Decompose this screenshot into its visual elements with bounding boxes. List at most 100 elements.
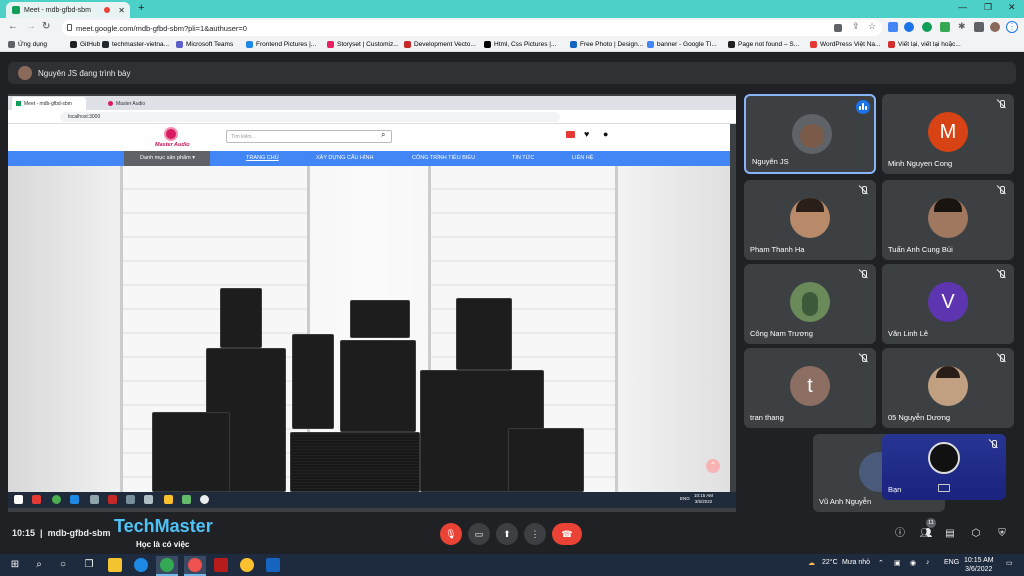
extension-translate-icon[interactable] <box>888 22 898 32</box>
clock-time: 10:15 AM <box>964 557 994 564</box>
address-bar[interactable]: meet.google.com/mdb-gfbd-sbm?pli=1&authu… <box>62 20 882 36</box>
site-search-input: Tìm kiếm... <box>226 130 392 143</box>
bookmark-item[interactable]: Storyset | Customiz... <box>327 41 399 48</box>
bookmark-item[interactable]: techmaster-vietna... <box>102 41 169 48</box>
windows-start-button[interactable]: ⊞ <box>8 558 22 572</box>
bookmark-item[interactable]: Page not found – S... <box>728 41 799 48</box>
extension-colorpick-icon[interactable] <box>904 22 914 32</box>
app-icon[interactable] <box>188 558 202 572</box>
chrome-icon[interactable] <box>160 558 174 572</box>
forward-button[interactable]: → <box>26 21 36 32</box>
profile-avatar[interactable] <box>990 22 1000 32</box>
extension-green-icon[interactable] <box>940 22 950 32</box>
camera-indicator-icon[interactable] <box>834 24 842 32</box>
new-tab-button[interactable]: + <box>138 2 144 14</box>
bookmark-item[interactable]: WordPress Việt Na... <box>810 41 880 48</box>
bookmark-star-icon[interactable]: ☆ <box>868 21 878 31</box>
bookmark-item[interactable]: Ứng dụng <box>8 41 47 48</box>
taskbar-search-icon[interactable]: ⌕ <box>32 558 46 572</box>
close-tab-icon[interactable]: ✕ <box>118 6 125 15</box>
present-screen-button[interactable]: ⬆ <box>496 523 518 545</box>
nav-build-config: XÂY DỰNG CẤU HÌNH <box>316 155 374 161</box>
participant-tile-6[interactable]: t tran thang <box>744 348 876 428</box>
browser-tab-title: Meet - mdb-gfbd-sbm <box>24 6 91 14</box>
browser-tab-strip <box>0 0 1024 18</box>
meeting-details-button[interactable]: ⓘ <box>892 526 908 542</box>
edge-icon[interactable] <box>134 558 148 572</box>
bookmark-label: Free Photo | Design... <box>580 41 644 48</box>
host-controls-button[interactable]: ⛨ <box>994 526 1010 542</box>
speaker-tall-right-top <box>456 298 512 370</box>
chat-button[interactable]: ▤ <box>942 526 958 542</box>
bookmark-item[interactable]: Viết lại, viết lại hoặc... <box>888 41 961 48</box>
participant-name: 05 Nguyễn Dương <box>888 413 951 422</box>
participant-tile-1[interactable]: M Minh Nguyen Cong <box>882 94 1014 174</box>
camera-toggle-button[interactable]: ▭ <box>468 523 490 545</box>
bookmark-item[interactable]: banner - Google Tì... <box>647 41 717 48</box>
back-button[interactable]: ← <box>8 21 18 32</box>
mic-off-icon <box>998 186 1006 196</box>
mic-off-icon <box>990 440 998 450</box>
participant-tile-5[interactable]: V Văn Linh Lê <box>882 264 1014 344</box>
language-indicator[interactable]: ENG <box>944 559 959 566</box>
shared-clock-date: 3/6/2022 <box>694 499 713 504</box>
network-icon[interactable]: ◉ <box>910 559 916 567</box>
participant-name: tran thang <box>750 413 784 422</box>
bookmark-item[interactable]: GitHub <box>70 41 100 48</box>
mic-off-icon <box>998 354 1006 364</box>
self-view-tile[interactable]: Bạn <box>882 434 1006 500</box>
bookmark-item[interactable]: Frontend Pictures |... <box>246 41 316 48</box>
chrome-menu-icon[interactable]: ⋮ <box>1006 21 1018 33</box>
app-icon[interactable] <box>266 558 280 572</box>
cortana-icon[interactable]: ○ <box>56 558 70 572</box>
weather-icon[interactable]: ☁ <box>808 559 815 567</box>
weather-temp[interactable]: 22°C <box>822 559 838 566</box>
bookmark-item[interactable]: Html, Css Pictures |... <box>484 41 556 48</box>
site-search-icon: ⌕ <box>381 130 386 139</box>
reload-button[interactable]: ↻ <box>42 21 50 32</box>
app-tray-icon[interactable]: ▣ <box>894 559 901 567</box>
maximize-window-button[interactable]: ❐ <box>984 2 992 13</box>
minimize-window-button[interactable]: — <box>958 2 967 12</box>
tray-expand-icon[interactable]: ⌃ <box>878 559 884 567</box>
activities-button[interactable]: ⬡ <box>968 526 984 542</box>
leave-call-button[interactable]: ☎ <box>552 523 582 545</box>
close-window-button[interactable]: ✕ <box>1008 2 1016 13</box>
task-view-icon[interactable]: ❐ <box>82 558 96 572</box>
participant-tile-4[interactable]: Công Nam Trương <box>744 264 876 344</box>
bookmark-label: Html, Css Pictures |... <box>494 41 557 48</box>
browser-tab-meet[interactable]: Meet - mdb-gfbd-sbm ✕ <box>6 2 130 18</box>
hero-banner-speakers <box>8 166 730 492</box>
bookmark-favicon-icon <box>404 41 411 48</box>
volume-icon[interactable]: ♪ <box>926 559 930 566</box>
notifications-icon[interactable]: ▭ <box>1006 559 1013 567</box>
participant-name: Nguyên JS <box>752 157 789 166</box>
extension-shield-icon[interactable] <box>922 22 932 32</box>
file-explorer-icon[interactable] <box>108 558 122 572</box>
bookmark-favicon-icon <box>102 41 109 48</box>
app-icon[interactable] <box>240 558 254 572</box>
bookmark-item[interactable]: Microsoft Teams <box>176 41 233 48</box>
mic-toggle-button[interactable]: 🎙︎ <box>440 523 462 545</box>
bookmark-label: Storyset | Customiz... <box>337 41 399 48</box>
meet-favicon-icon <box>16 101 21 106</box>
bookmark-favicon-icon <box>728 41 735 48</box>
mic-off-icon <box>998 270 1006 280</box>
participant-tile-2[interactable]: Pham Thanh Ha <box>744 180 876 260</box>
reading-list-icon[interactable] <box>974 22 984 32</box>
bookmark-favicon-icon <box>888 41 895 48</box>
weather-desc[interactable]: Mưa nhỏ <box>842 559 870 566</box>
system-clock[interactable]: 10:15 AM 3/6/2022 <box>964 556 994 574</box>
app-icon[interactable] <box>214 558 228 572</box>
more-options-button[interactable]: ⋮ <box>524 523 546 545</box>
bookmark-favicon-icon <box>810 41 817 48</box>
bookmark-item[interactable]: Free Photo | Design... <box>570 41 643 48</box>
bookmark-item[interactable]: Development Vecto... <box>404 41 476 48</box>
participant-tile-3[interactable]: Tuấn Anh Cung Bùi <box>882 180 1014 260</box>
people-button[interactable]: 👥︎ <box>918 526 934 542</box>
participant-tile-0[interactable]: Nguyên JS <box>744 94 876 174</box>
share-icon[interactable]: ⇪ <box>852 21 862 31</box>
participant-photo <box>790 282 830 322</box>
extensions-puzzle-icon[interactable]: ✱ <box>958 21 968 31</box>
participant-tile-7[interactable]: 05 Nguyễn Dương <box>882 348 1014 428</box>
